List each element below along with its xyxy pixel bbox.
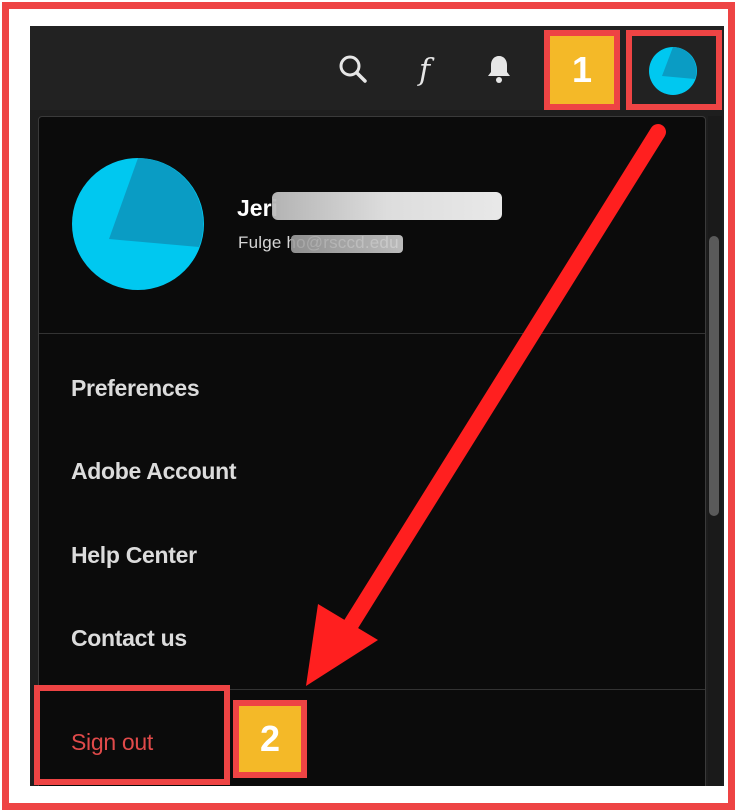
profile-avatar-icon[interactable] <box>648 46 698 96</box>
menu-item-adobe-account[interactable]: Adobe Account <box>71 458 236 485</box>
redacted-name <box>272 192 502 220</box>
app-window: f Jeri Fulge ho@rsccd.edu Preferences Ad… <box>30 26 724 786</box>
avatar <box>71 157 205 291</box>
search-icon[interactable] <box>336 52 370 86</box>
font-icon[interactable]: f <box>411 52 445 86</box>
scrollbar-thumb[interactable] <box>709 236 719 516</box>
step-badge-1: 1 <box>544 30 620 110</box>
redacted-email <box>291 235 403 253</box>
highlight-signout-box <box>34 685 230 785</box>
menu-item-preferences[interactable]: Preferences <box>71 375 200 402</box>
menu-item-contact-us[interactable]: Contact us <box>71 625 187 652</box>
menu-item-help-center[interactable]: Help Center <box>71 542 197 569</box>
divider <box>39 333 705 334</box>
bell-icon[interactable] <box>482 52 516 86</box>
step-badge-2: 2 <box>233 700 307 778</box>
svg-text:f: f <box>417 53 435 86</box>
